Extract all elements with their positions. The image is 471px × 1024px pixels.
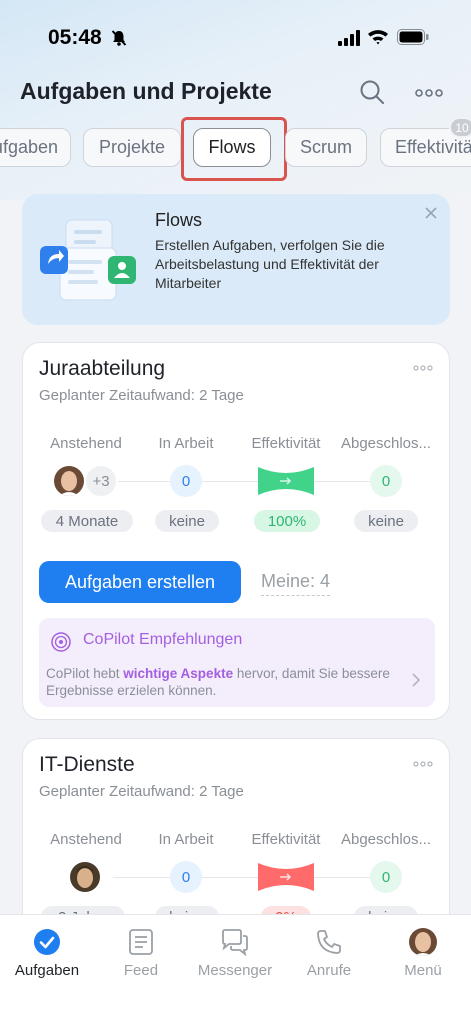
banner-text: Erstellen Aufgaben, verfolgen Sie die Ar…: [155, 237, 385, 291]
banner-title: Flows: [155, 210, 203, 230]
pending-time-pill: 4 Monate: [41, 510, 133, 532]
nav-anrufe[interactable]: Anrufe: [282, 925, 376, 979]
completed-count[interactable]: 0: [370, 861, 402, 893]
battery-icon: [397, 29, 429, 45]
stage-label-efficiency: Effektivität: [251, 435, 321, 452]
completed-count[interactable]: 0: [370, 465, 402, 497]
more-icon[interactable]: [415, 89, 443, 97]
nav-menu[interactable]: Menü: [376, 925, 470, 979]
stage-label-completed: Abgeschlos...: [340, 435, 432, 452]
create-tasks-button[interactable]: Aufgaben erstellen: [39, 561, 241, 603]
nav-label: Feed: [123, 962, 159, 979]
avatar[interactable]: [68, 860, 102, 894]
phone-icon: [317, 930, 341, 954]
page-title: Aufgaben und Projekte: [20, 78, 272, 104]
nav-feed[interactable]: Feed: [94, 925, 188, 979]
efficiency-pill: 100%: [254, 510, 320, 532]
nav-aufgaben[interactable]: Aufgaben: [0, 925, 94, 979]
signal-icon: [338, 30, 360, 46]
nav-label: Aufgaben: [14, 962, 80, 979]
tab-bar: Aufgaben Projekte Flows Scrum Effektivit…: [0, 117, 471, 181]
flow-planned-time: Geplanter Zeitaufwand: 2 Tage: [39, 783, 244, 800]
my-tasks-link[interactable]: Meine: 4: [261, 571, 331, 596]
flow-card-juraabteilung[interactable]: Juraabteilung Geplanter Zeitaufwand: 2 T…: [22, 342, 450, 720]
efficiency-hourglass-icon: [258, 863, 314, 891]
in-progress-count[interactable]: 0: [170, 465, 202, 497]
check-circle-icon: [34, 929, 60, 955]
tab-label: Effektivität: [395, 137, 471, 157]
stage-label-completed: Abgeschlos...: [340, 831, 432, 848]
copilot-text: CoPilot hebt wichtige Aspekte hervor, da…: [46, 666, 390, 698]
copilot-icon: [51, 632, 71, 652]
stage-connector: [113, 481, 377, 482]
tab-projekte[interactable]: Projekte: [83, 128, 181, 167]
more-icon[interactable]: [413, 761, 433, 767]
nav-label: Menü: [404, 962, 442, 979]
status-time: 05:48: [48, 26, 102, 49]
more-icon[interactable]: [413, 365, 433, 371]
close-icon[interactable]: [424, 206, 438, 220]
avatar: [409, 928, 437, 956]
nav-label: Anrufe: [306, 962, 352, 979]
flows-illustration: [40, 219, 136, 301]
completed-time-pill: keine: [354, 510, 418, 532]
feed-icon: [129, 929, 153, 955]
wifi-icon: [368, 30, 388, 45]
bell-off-icon: [111, 30, 127, 46]
flow-card-it-dienste[interactable]: IT-Dienste Geplanter Zeitaufwand: 2 Tage…: [22, 738, 450, 938]
copilot-title: CoPilot Empfehlungen: [83, 631, 243, 648]
tab-label: Scrum: [299, 137, 352, 157]
tab-label: Flows: [208, 137, 256, 157]
in-progress-count[interactable]: 0: [170, 861, 202, 893]
stage-label-pending: Anstehend: [50, 831, 122, 848]
flow-planned-time: Geplanter Zeitaufwand: 2 Tage: [39, 387, 244, 404]
tab-count-badge: 10: [449, 117, 471, 138]
nav-messenger[interactable]: Messenger: [188, 925, 282, 979]
bottom-nav: Aufgaben Feed Messenger Anrufe Menü: [0, 914, 471, 1024]
stage-label-efficiency: Effektivität: [251, 831, 321, 848]
in-progress-time-pill: keine: [155, 510, 219, 532]
status-bar: 05:48: [0, 0, 471, 70]
stage-label-in-progress: In Arbeit: [158, 435, 214, 452]
more-assignees-badge[interactable]: +3: [84, 464, 118, 498]
tab-flows[interactable]: Flows: [193, 128, 271, 167]
tab-label: Projekte: [98, 137, 166, 157]
tab-label: Aufgaben: [0, 137, 58, 157]
chat-icon: [222, 929, 248, 956]
tab-scrum[interactable]: Scrum: [285, 128, 367, 167]
efficiency-hourglass-icon: [258, 467, 314, 495]
copilot-recommendations[interactable]: CoPilot Empfehlungen CoPilot hebt wichti…: [39, 618, 435, 707]
flow-title: Juraabteilung: [39, 357, 166, 380]
nav-label: Messenger: [197, 962, 273, 979]
chevron-right-icon: [412, 673, 421, 687]
flow-title: IT-Dienste: [39, 753, 135, 776]
stage-connector: [113, 877, 377, 878]
search-icon[interactable]: [359, 79, 385, 105]
avatar[interactable]: [52, 464, 86, 498]
stage-label-pending: Anstehend: [50, 435, 122, 452]
stage-label-in-progress: In Arbeit: [158, 831, 214, 848]
tab-aufgaben[interactable]: Aufgaben: [0, 128, 71, 167]
flows-info-banner: Flows Erstellen Aufgaben, verfolgen Sie …: [22, 194, 450, 325]
